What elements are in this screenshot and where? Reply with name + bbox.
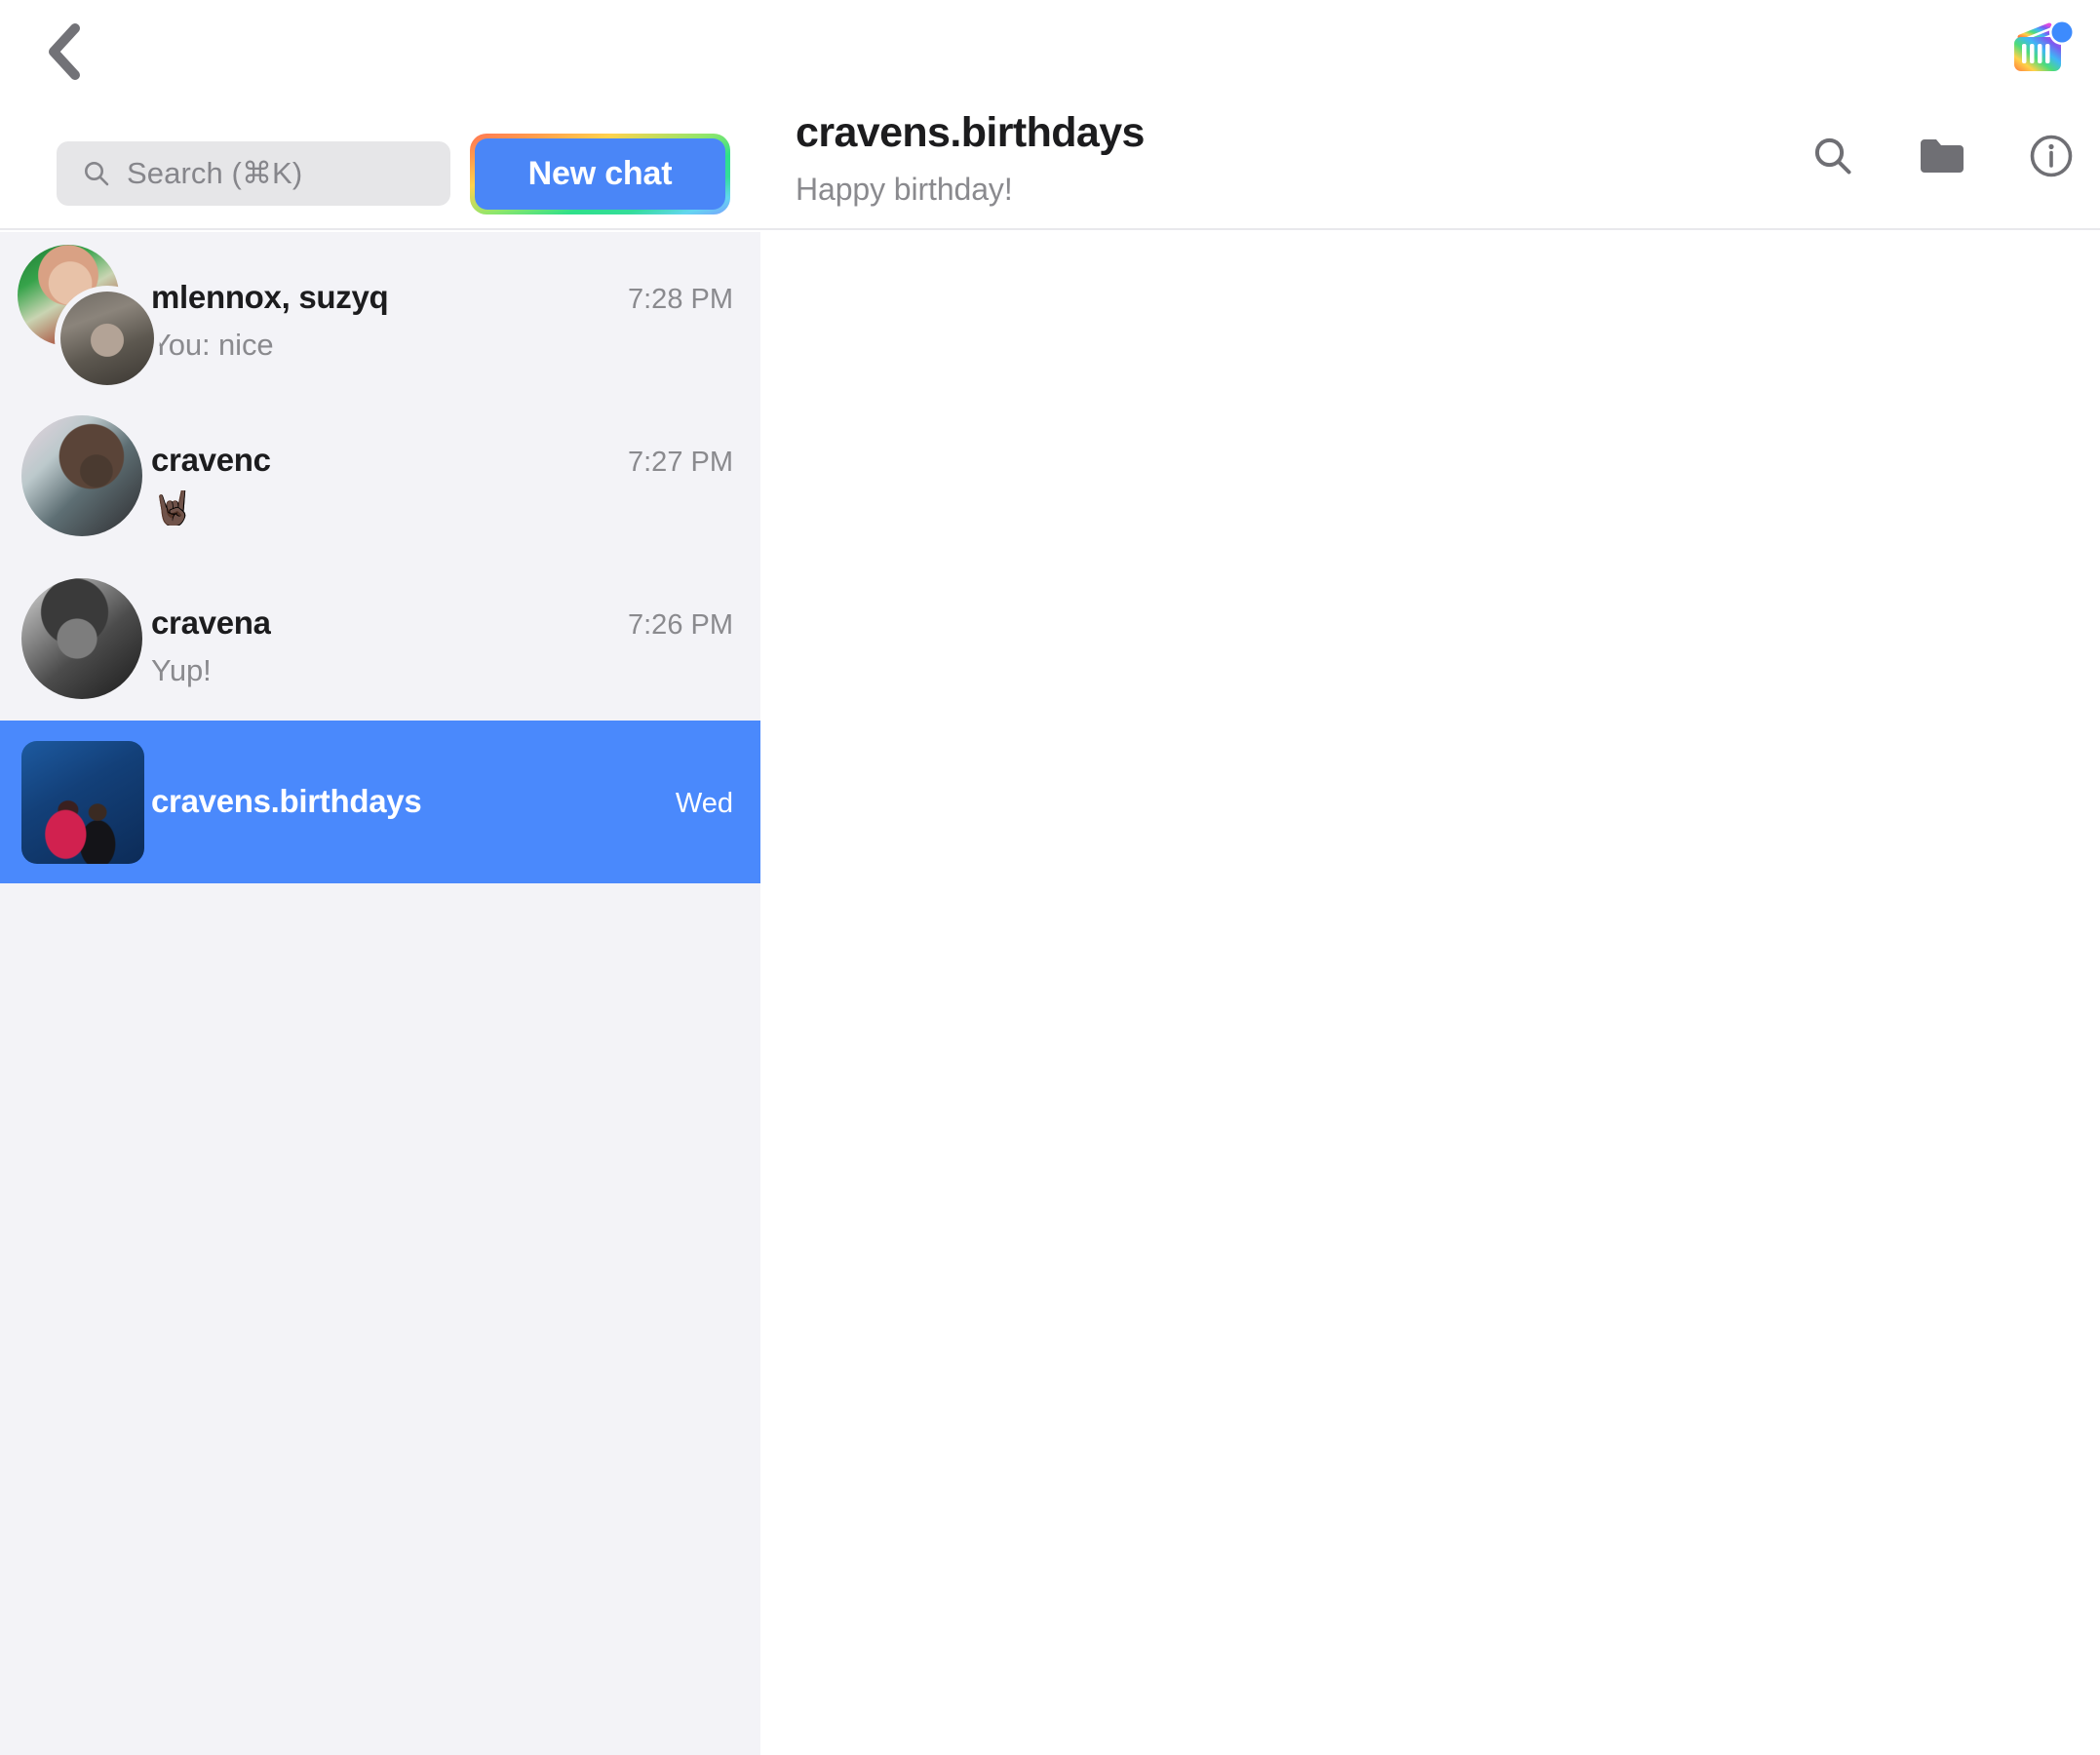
chat-timestamp: 7:28 PM <box>628 284 733 315</box>
chat-list-item-mlennox-suzyq[interactable]: mlennox, suzyq 7:28 PM You: nice <box>0 232 760 395</box>
chat-row-body: mlennox, suzyq 7:28 PM You: nice <box>151 232 760 395</box>
chat-name: cravenc <box>151 442 271 478</box>
avatar <box>21 741 144 864</box>
chat-name: cravens.birthdays <box>151 783 422 819</box>
avatar-group <box>0 232 160 395</box>
avatar-single <box>0 558 151 721</box>
header-actions <box>1809 133 2075 179</box>
search-input[interactable]: Search (⌘K) <box>57 141 450 206</box>
search-icon[interactable] <box>1809 133 1856 179</box>
top-bar: Search (⌘K) New chat cravens.birthdays H… <box>0 0 2100 230</box>
chat-name: mlennox, suzyq <box>151 279 389 315</box>
chat-list-sidebar[interactable]: mlennox, suzyq 7:28 PM You: nice cravenc… <box>0 232 760 1755</box>
avatar-single <box>0 395 151 558</box>
avatar <box>55 286 160 391</box>
avatar <box>21 415 142 536</box>
chat-list-item-cravena[interactable]: cravena 7:26 PM Yup! <box>0 558 760 721</box>
chat-row-body: cravena 7:26 PM Yup! <box>151 558 760 721</box>
search-icon <box>82 159 111 188</box>
folder-icon[interactable] <box>1919 133 1965 179</box>
search-placeholder-text: Search (⌘K) <box>127 156 303 190</box>
chat-timestamp: Wed <box>675 788 733 819</box>
page-title: cravens.birthdays <box>796 109 1145 156</box>
conversation-panel <box>760 232 2100 1755</box>
chat-name: cravena <box>151 604 271 641</box>
new-chat-button[interactable]: New chat <box>475 138 725 210</box>
chat-row-body: cravens.birthdays Wed <box>151 721 760 883</box>
chat-preview: You: nice <box>151 328 274 362</box>
chat-list-item-cravens-birthdays[interactable]: cravens.birthdays Wed <box>0 721 760 883</box>
chat-timestamp: 7:27 PM <box>628 447 733 478</box>
conversation-subtitle: Happy birthday! <box>796 172 1013 207</box>
chat-preview: 🤘🏿 <box>151 490 195 526</box>
chat-timestamp: 7:26 PM <box>628 609 733 641</box>
chat-preview: Yup! <box>151 653 212 687</box>
chevron-left-icon <box>46 23 81 80</box>
new-chat-focus-ring: New chat <box>470 134 730 214</box>
avatar <box>21 578 142 699</box>
avatar-square <box>0 721 151 883</box>
back-button[interactable] <box>33 21 94 82</box>
chat-list-item-cravenc[interactable]: cravenc 7:27 PM 🤘🏿 <box>0 395 760 558</box>
chat-row-body: cravenc 7:27 PM 🤘🏿 <box>151 395 760 558</box>
info-icon[interactable] <box>2028 133 2075 179</box>
conversation-header: cravens.birthdays Happy birthday! <box>760 0 2100 230</box>
messaging-app-window: Search (⌘K) New chat cravens.birthdays H… <box>0 0 2100 1755</box>
